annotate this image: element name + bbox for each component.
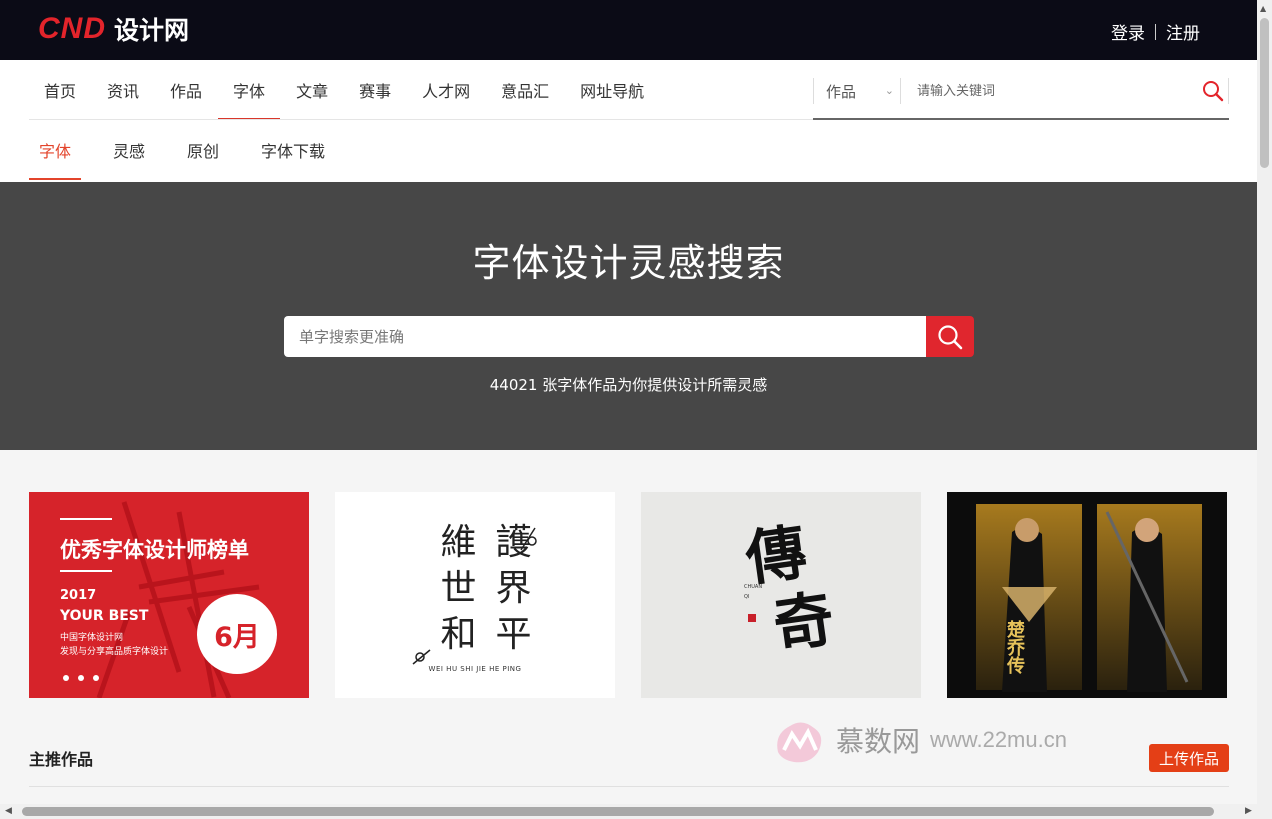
poster-title-glyphs: 楚乔传 [1007,620,1025,677]
watermark-name: 慕数网 [836,725,921,758]
subnav-item-fonts[interactable]: 字体 [29,120,82,180]
decor-line-top [60,518,112,520]
scroll-left-icon[interactable]: ◀ [5,806,12,816]
watermark-logo-icon [777,722,822,763]
search-icon [938,324,963,349]
nav-item-articles[interactable]: 文章 [281,60,343,120]
hero-search [284,316,974,357]
font-card-chuanqi[interactable]: 傳 奇 CHUAN QI [641,492,921,698]
main-nav: 首页 资讯 作品 字体 文章 赛事 人才网 意品汇 网址导航 作品 ⌄ [0,60,1257,120]
dot [93,675,99,681]
nav-item-news[interactable]: 资讯 [92,60,154,120]
login-link[interactable]: 登录 [1111,19,1145,44]
pinyin-caption: WEI HU SHI JIE HE PING [428,665,522,673]
nav-item-home[interactable]: 首页 [29,60,91,120]
vertical-scroll-thumb[interactable] [1260,18,1269,168]
nav-item-yipinhui[interactable]: 意品汇 [486,60,564,120]
dot [78,675,84,681]
card-title: 优秀字体设计师榜单 [60,538,249,562]
top-bar: CND 设计网 登录 注册 [0,0,1257,60]
banner-card-designer-ranking[interactable]: 优秀字体设计师榜单 2017 YOUR BEST 中国字体设计网 发现与分享高品… [29,492,309,698]
glyph: 奇 [769,584,839,662]
site-logo[interactable]: CND 设计网 [38,12,189,46]
font-card-world-peace[interactable]: 維 護 世 界 和 平 WEI HU SHI JIE HE PING [335,492,615,698]
search-input[interactable] [917,80,1187,102]
hero-search-button[interactable] [926,316,974,357]
upload-works-button[interactable]: 上传作品 [1149,744,1229,772]
header-search: 作品 ⌄ [813,72,1229,120]
scroll-up-icon[interactable]: ▲ [1260,4,1266,13]
search-button[interactable] [1197,78,1229,104]
subnav-item-original[interactable]: 原创 [177,120,229,180]
font-count-text: 44021 张字体作品为你提供设计所需灵感 [489,376,768,394]
hero-search-input[interactable] [284,316,926,357]
nav-item-directory[interactable]: 网址导航 [565,60,659,120]
card-year: 2017 [60,588,97,603]
nav-item-fonts[interactable]: 字体 [218,60,281,120]
hero-banner: 字体设计灵感搜索 44021 张字体作品为你提供设计所需灵感 [0,182,1257,450]
logo-mark: CND [38,12,106,45]
carousel-dots [63,675,99,681]
search-category-value: 作品 [826,82,857,101]
nav-item-works[interactable]: 作品 [155,60,217,120]
card-slogan: YOUR BEST [60,608,149,624]
font-card-movie-posters[interactable]: 楚乔传 [947,492,1227,698]
scroll-right-icon[interactable]: ▶ [1245,806,1252,816]
main-nav-list: 首页 资讯 作品 字体 文章 赛事 人才网 意品汇 网址导航 [29,60,660,120]
sub-nav-list: 字体 灵感 原创 字体下载 [29,120,357,180]
watermark: 慕数网 www.22mu.cn [770,712,1067,768]
hero-title: 字体设计灵感搜索 [472,241,785,285]
dot [63,675,69,681]
card-line-2: 发现与分享高品质字体设计 [60,647,169,657]
decor-line-bottom [60,570,112,572]
vertical-scrollbar[interactable]: ▲ [1257,0,1272,804]
subnav-item-inspiration[interactable]: 灵感 [103,120,155,180]
chevron-down-icon: ⌄ [884,84,894,97]
logo-text: 设计网 [114,16,190,45]
month-badge: 6月 [197,594,277,674]
nav-item-contests[interactable]: 赛事 [344,60,406,120]
horizontal-scroll-thumb[interactable] [22,807,1214,816]
nav-item-talent[interactable]: 人才网 [407,60,485,120]
register-link[interactable]: 注册 [1166,19,1200,44]
card-line-1: 中国字体设计网 [60,633,124,643]
section-divider [29,786,1229,787]
horizontal-scrollbar[interactable]: ◀ ▶ [0,804,1272,819]
seal-stamp [748,614,756,622]
pinyin-caption: CHUAN QI [744,584,763,600]
sub-nav: 字体 灵感 原创 字体下载 [0,120,1257,182]
poster-illustration [976,504,1202,692]
auth-divider [1155,23,1156,40]
watermark-url: www.22mu.cn [930,727,1067,752]
search-category-select[interactable]: 作品 ⌄ [813,78,901,104]
search-icon [1202,81,1223,102]
auth-links: 登录 注册 [1111,19,1200,44]
section-title: 主推作品 [29,750,94,769]
subnav-item-font-download[interactable]: 字体下载 [251,120,335,180]
